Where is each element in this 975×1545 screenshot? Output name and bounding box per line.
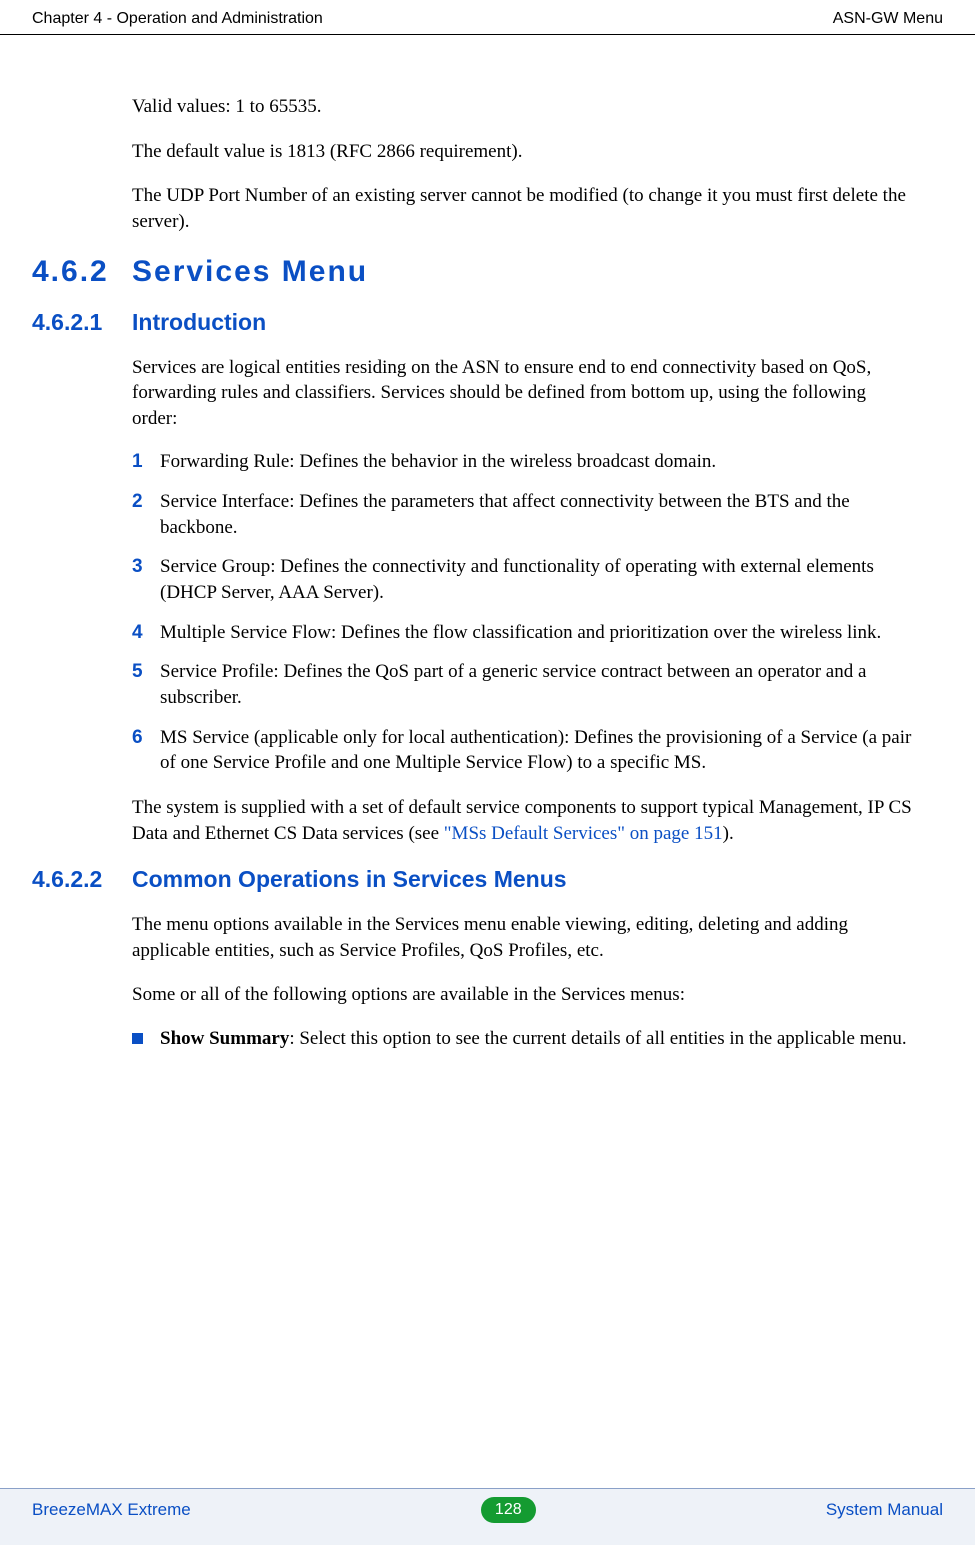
common-ops-p1: The menu options available in the Servic… (132, 912, 915, 963)
item-number: 6 (132, 725, 160, 776)
subsection-heading: 4.6.2.1 Introduction (32, 309, 915, 336)
bullet-item: Show Summary: Select this option to see … (132, 1026, 915, 1052)
introduction-paragraph: Services are logical entities residing o… (132, 355, 915, 432)
bullet-bold: Show Summary (160, 1028, 289, 1049)
item-number: 4 (132, 620, 160, 646)
paragraph-udp-note: The UDP Port Number of an existing serve… (132, 183, 915, 234)
item-text: Forwarding Rule: Defines the behavior in… (160, 449, 915, 475)
subsection-number: 4.6.2.2 (32, 866, 132, 893)
list-item: 2 Service Interface: Defines the paramet… (132, 489, 915, 540)
square-bullet-icon (132, 1033, 143, 1044)
footer: BreezeMAX Extreme 128 System Manual (0, 1488, 975, 1545)
item-text: Service Interface: Defines the parameter… (160, 489, 915, 540)
item-text: Service Profile: Defines the QoS part of… (160, 659, 915, 710)
subsection-title: Common Operations in Services Menus (132, 866, 567, 893)
item-text: Service Group: Defines the connectivity … (160, 554, 915, 605)
footer-left: BreezeMAX Extreme (32, 1500, 191, 1520)
paragraph-valid-values: Valid values: 1 to 65535. (132, 94, 915, 120)
common-ops-p2: Some or all of the following options are… (132, 982, 915, 1008)
header-left: Chapter 4 - Operation and Administration (32, 10, 323, 28)
bullet-text: Show Summary: Select this option to see … (160, 1026, 915, 1052)
after-list-paragraph: The system is supplied with a set of def… (132, 795, 915, 846)
section-number: 4.6.2 (32, 255, 132, 289)
list-item: 3 Service Group: Defines the connectivit… (132, 554, 915, 605)
item-number: 2 (132, 489, 160, 540)
after-post: ). (723, 823, 734, 844)
cross-reference-link[interactable]: "MSs Default Services" on page 151 (444, 823, 723, 844)
paragraph-default-value: The default value is 1813 (RFC 2866 requ… (132, 139, 915, 165)
subsection-heading: 4.6.2.2 Common Operations in Services Me… (32, 866, 915, 893)
header-right: ASN-GW Menu (833, 10, 943, 28)
section-heading: 4.6.2 Services Menu (32, 255, 915, 289)
list-item: 6 MS Service (applicable only for local … (132, 725, 915, 776)
list-item: 5 Service Profile: Defines the QoS part … (132, 659, 915, 710)
section-title: Services Menu (132, 255, 368, 289)
item-text: MS Service (applicable only for local au… (160, 725, 915, 776)
subsection-title: Introduction (132, 309, 266, 336)
item-number: 3 (132, 554, 160, 605)
subsection-number: 4.6.2.1 (32, 309, 132, 336)
footer-right: System Manual (826, 1500, 943, 1520)
list-item: 1 Forwarding Rule: Defines the behavior … (132, 449, 915, 475)
item-number: 5 (132, 659, 160, 710)
page-number: 128 (481, 1497, 536, 1523)
bullet-rest: : Select this option to see the current … (289, 1028, 906, 1049)
item-number: 1 (132, 449, 160, 475)
list-item: 4 Multiple Service Flow: Defines the flo… (132, 620, 915, 646)
item-text: Multiple Service Flow: Defines the flow … (160, 620, 915, 646)
